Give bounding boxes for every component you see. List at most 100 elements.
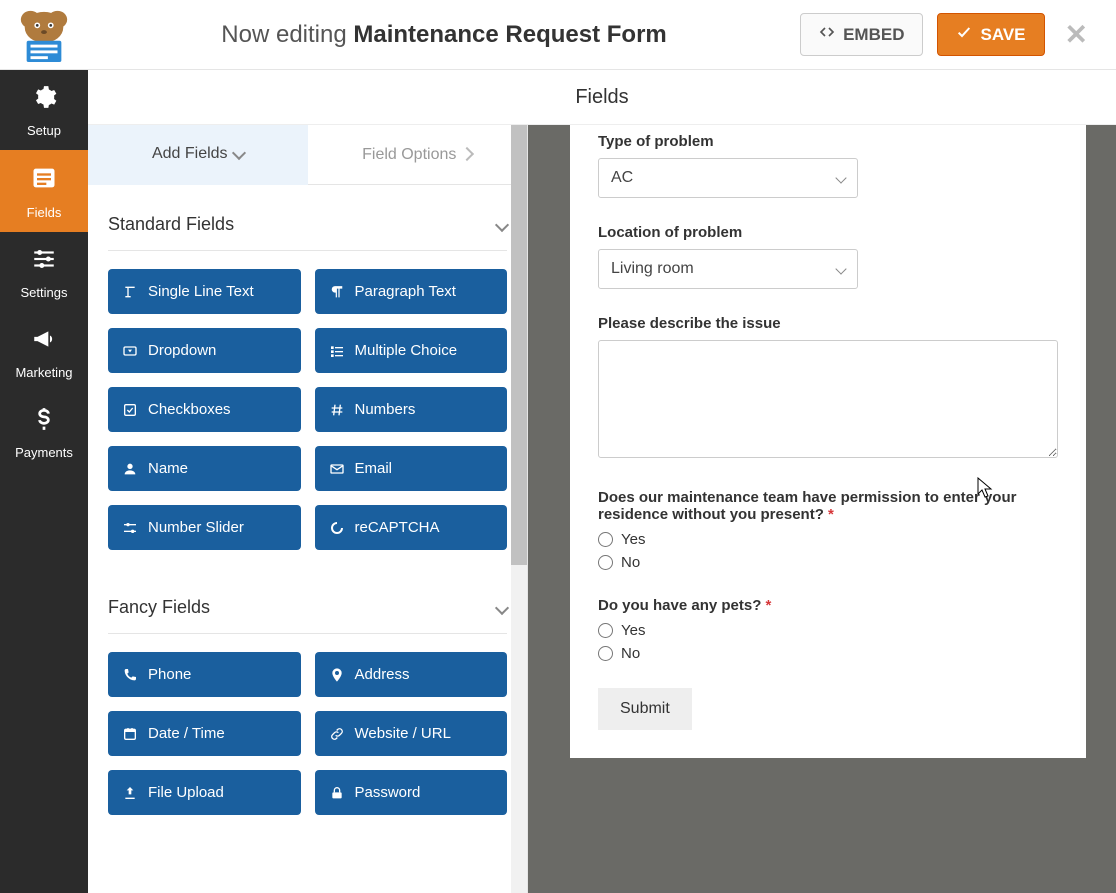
- submit-button[interactable]: Submit: [598, 688, 692, 730]
- radio-no[interactable]: [598, 646, 613, 661]
- code-icon: [819, 24, 835, 45]
- field-recaptcha[interactable]: reCAPTCHA: [315, 505, 508, 550]
- sidenav-payments-label: Payments: [15, 445, 73, 460]
- perm-option-no[interactable]: No: [598, 554, 1058, 571]
- section-standard-fields[interactable]: Standard Fields: [108, 185, 507, 251]
- field-password[interactable]: Password: [315, 770, 508, 815]
- pets-option-no[interactable]: No: [598, 645, 1058, 662]
- standard-fields-grid: Single Line Text Paragraph Text Dropdown…: [108, 269, 507, 568]
- tab-add-fields[interactable]: Add Fields: [88, 125, 308, 185]
- label: Paragraph Text: [355, 283, 456, 300]
- form-title: Maintenance Request Form: [353, 21, 666, 48]
- field-website-url[interactable]: Website / URL: [315, 711, 508, 756]
- field-address[interactable]: Address: [315, 652, 508, 697]
- fancy-title: Fancy Fields: [108, 597, 210, 618]
- field-number-slider[interactable]: Number Slider: [108, 505, 301, 550]
- fancy-fields-grid: Phone Address Date / Time Website / URL …: [108, 652, 507, 833]
- add-fields-label: Add Fields: [152, 145, 228, 163]
- tab-field-options[interactable]: Field Options: [308, 125, 528, 184]
- desc-label: Please describe the issue: [598, 315, 1058, 332]
- preview-scroll[interactable]: Type of problem AC Location of problem L…: [570, 125, 1086, 893]
- location-select[interactable]: Living room: [598, 249, 858, 289]
- sidenav-payments[interactable]: Payments: [0, 392, 88, 472]
- form-card: Type of problem AC Location of problem L…: [570, 125, 1086, 758]
- pets-label: Do you have any pets? *: [598, 597, 1058, 614]
- label: Website / URL: [355, 725, 451, 742]
- field-date-time[interactable]: Date / Time: [108, 711, 301, 756]
- form-icon: [4, 164, 84, 199]
- label: File Upload: [148, 784, 224, 801]
- field-file-upload[interactable]: File Upload: [108, 770, 301, 815]
- panel-tabs: Add Fields Field Options: [88, 125, 527, 185]
- desc-textarea[interactable]: [598, 340, 1058, 458]
- field-numbers[interactable]: Numbers: [315, 387, 508, 432]
- page-title: Now editing Maintenance Request Form: [88, 21, 800, 49]
- field-dropdown[interactable]: Dropdown: [108, 328, 301, 373]
- panel-scrollbar[interactable]: [511, 125, 527, 893]
- section-fancy-fields[interactable]: Fancy Fields: [108, 568, 507, 634]
- field-name[interactable]: Name: [108, 446, 301, 491]
- body: Setup Fields Settings Marketing Payments…: [0, 70, 1116, 893]
- sidenav: Setup Fields Settings Marketing Payments: [0, 70, 88, 893]
- fields-scroll[interactable]: Standard Fields Single Line Text Paragra…: [88, 185, 527, 893]
- sidenav-settings[interactable]: Settings: [0, 232, 88, 312]
- field-checkboxes[interactable]: Checkboxes: [108, 387, 301, 432]
- workspace-title: Fields: [575, 86, 628, 109]
- workspace-body: Add Fields Field Options Standard Fields: [88, 125, 1116, 893]
- location-value: Living room: [611, 260, 694, 278]
- label: Numbers: [355, 401, 416, 418]
- save-label: SAVE: [980, 25, 1025, 45]
- embed-label: EMBED: [843, 25, 904, 45]
- label: Address: [355, 666, 410, 683]
- field-location-of-problem: Location of problem Living room: [598, 224, 1058, 289]
- editing-prefix: Now editing: [221, 21, 353, 48]
- radio-yes[interactable]: [598, 623, 613, 638]
- sidenav-marketing[interactable]: Marketing: [0, 312, 88, 392]
- dollar-icon: [4, 406, 84, 439]
- wpforms-logo: [0, 0, 88, 70]
- field-paragraph-text[interactable]: Paragraph Text: [315, 269, 508, 314]
- scrollbar-thumb[interactable]: [511, 125, 527, 565]
- embed-button[interactable]: EMBED: [800, 13, 923, 56]
- label: Date / Time: [148, 725, 225, 742]
- radio-yes[interactable]: [598, 532, 613, 547]
- sidenav-fields-label: Fields: [27, 205, 62, 220]
- sidenav-fields[interactable]: Fields: [0, 150, 88, 232]
- sliders-icon: [4, 246, 84, 279]
- label: Single Line Text: [148, 283, 254, 300]
- chevron-down-icon: [497, 213, 507, 236]
- sidenav-marketing-label: Marketing: [15, 365, 72, 380]
- perm-option-yes[interactable]: Yes: [598, 531, 1058, 548]
- save-button[interactable]: SAVE: [937, 13, 1044, 56]
- topbar-actions: EMBED SAVE ✕: [800, 13, 1116, 56]
- topbar: Now editing Maintenance Request Form EMB…: [0, 0, 1116, 70]
- label: Number Slider: [148, 519, 244, 536]
- field-describe-issue: Please describe the issue: [598, 315, 1058, 463]
- label: Name: [148, 460, 188, 477]
- chevron-down-icon: [234, 145, 244, 163]
- chevron-down-icon: [497, 596, 507, 619]
- sidenav-settings-label: Settings: [21, 285, 68, 300]
- pets-option-yes[interactable]: Yes: [598, 622, 1058, 639]
- field-options-label: Field Options: [362, 146, 456, 164]
- bullhorn-icon: [4, 326, 84, 359]
- workspace: Fields Add Fields Field Options: [88, 70, 1116, 893]
- close-button[interactable]: ✕: [1059, 18, 1094, 51]
- field-pets: Do you have any pets? * Yes No: [598, 597, 1058, 662]
- sidenav-setup[interactable]: Setup: [0, 70, 88, 150]
- no-label: No: [621, 645, 640, 662]
- chevron-right-icon: [462, 146, 472, 164]
- field-single-line-text[interactable]: Single Line Text: [108, 269, 301, 314]
- type-select[interactable]: AC: [598, 158, 858, 198]
- label: Dropdown: [148, 342, 216, 359]
- label: Checkboxes: [148, 401, 231, 418]
- field-phone[interactable]: Phone: [108, 652, 301, 697]
- field-multiple-choice[interactable]: Multiple Choice: [315, 328, 508, 373]
- location-label: Location of problem: [598, 224, 1058, 241]
- fields-panel: Add Fields Field Options Standard Fields: [88, 125, 528, 893]
- check-icon: [956, 24, 972, 45]
- radio-no[interactable]: [598, 555, 613, 570]
- field-email[interactable]: Email: [315, 446, 508, 491]
- label: Email: [355, 460, 393, 477]
- pets-text: Do you have any pets?: [598, 597, 761, 614]
